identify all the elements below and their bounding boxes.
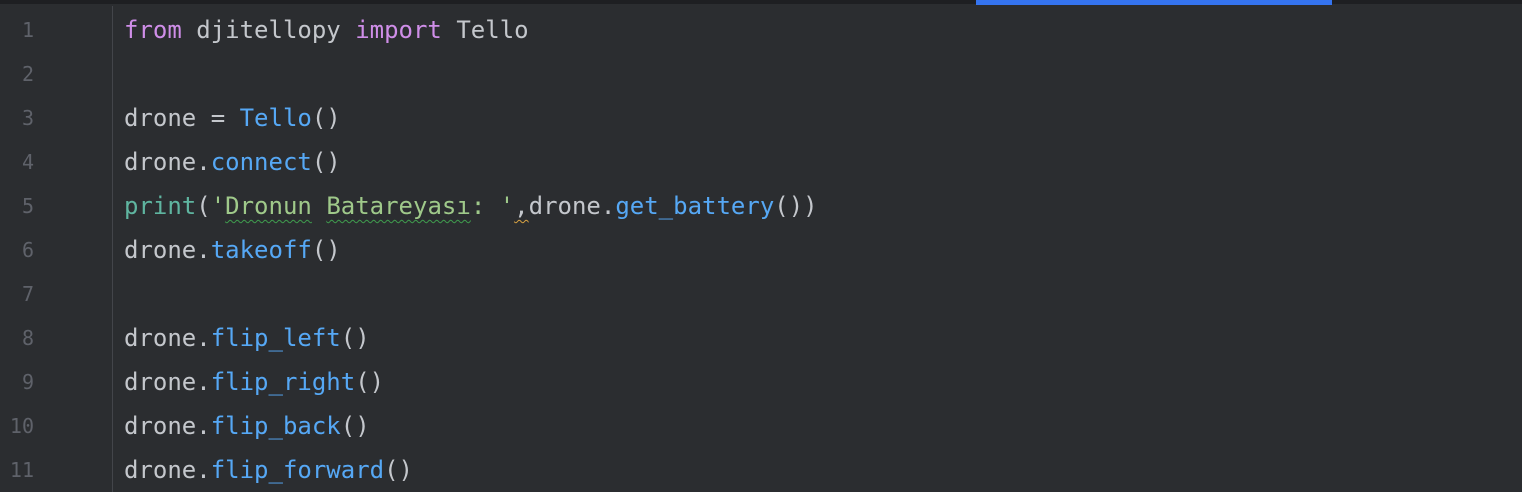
line-number: 11 bbox=[9, 458, 34, 482]
object-ref: drone. bbox=[528, 192, 616, 220]
method-call: get_battery bbox=[615, 192, 775, 220]
method-call: connect bbox=[210, 148, 312, 176]
parens: () bbox=[340, 324, 370, 352]
line-number: 3 bbox=[21, 106, 34, 130]
code-line-4[interactable]: drone.connect() bbox=[124, 140, 341, 184]
object-ref: drone. bbox=[124, 412, 211, 440]
builtin-print: print bbox=[124, 192, 197, 220]
method-call: flip_right bbox=[210, 368, 356, 396]
line-number: 4 bbox=[21, 150, 34, 174]
parens: () bbox=[340, 412, 370, 440]
method-call: flip_back bbox=[210, 412, 341, 440]
keyword-import: import bbox=[355, 16, 442, 44]
parens: () bbox=[355, 368, 385, 396]
line-number: 9 bbox=[21, 370, 34, 394]
typo-word[interactable]: Dronun bbox=[225, 192, 312, 220]
code-line-5[interactable]: print('Dronun Batareyası: ',drone.get_ba… bbox=[124, 184, 818, 228]
constructor-call: Tello bbox=[239, 104, 312, 132]
object-ref: drone. bbox=[124, 236, 211, 264]
string-tail: : ' bbox=[470, 192, 515, 220]
gutter-divider bbox=[112, 6, 113, 492]
object-ref: drone. bbox=[124, 368, 211, 396]
line-number: 2 bbox=[21, 62, 34, 86]
line-number: 5 bbox=[21, 194, 34, 218]
string-space bbox=[312, 192, 326, 220]
parens: () bbox=[384, 456, 413, 484]
line-number: 6 bbox=[21, 238, 34, 262]
code-editor[interactable]: 1 2 3 4 5 6 7 8 9 10 11 from djitellopy … bbox=[0, 0, 1522, 492]
code-line-3[interactable]: drone = Tello() bbox=[124, 96, 341, 140]
code-line-9[interactable]: drone.flip_right() bbox=[124, 360, 384, 404]
code-line-6[interactable]: drone.takeoff() bbox=[124, 228, 341, 272]
method-call: takeoff bbox=[210, 236, 312, 264]
line-number: 7 bbox=[21, 282, 34, 306]
object-ref: drone. bbox=[124, 456, 211, 484]
object-ref: drone. bbox=[124, 324, 211, 352]
code-area[interactable]: from djitellopy import Tello drone = Tel… bbox=[124, 6, 1522, 492]
line-number: 10 bbox=[9, 414, 34, 438]
object-ref: drone. bbox=[124, 148, 211, 176]
parens: () bbox=[311, 236, 341, 264]
keyword-from: from bbox=[124, 16, 182, 44]
module-name: djitellopy bbox=[181, 16, 356, 44]
code-line-11[interactable]: drone.flip_forward() bbox=[124, 448, 413, 492]
line-number: 1 bbox=[21, 18, 34, 42]
line-number-gutter: 1 2 3 4 5 6 7 8 9 10 11 bbox=[0, 6, 112, 492]
code-line-1[interactable]: from djitellopy import Tello bbox=[124, 8, 529, 52]
pep8-warning-comma[interactable]: , bbox=[514, 192, 528, 220]
imported-class: Tello bbox=[441, 16, 529, 44]
line-number: 8 bbox=[21, 326, 34, 350]
method-call: flip_forward bbox=[210, 456, 385, 484]
open-paren: ( bbox=[196, 192, 211, 220]
parens: () bbox=[311, 104, 341, 132]
parens: () bbox=[311, 148, 341, 176]
string-quote: ' bbox=[210, 192, 226, 220]
horizontal-scroll-thumb[interactable] bbox=[976, 0, 1332, 5]
code-line-10[interactable]: drone.flip_back() bbox=[124, 404, 370, 448]
code-line-8[interactable]: drone.flip_left() bbox=[124, 316, 370, 360]
assignment: drone = bbox=[124, 104, 240, 132]
typo-word[interactable]: Batareyası bbox=[326, 192, 471, 220]
method-call: flip_left bbox=[210, 324, 341, 352]
close-parens: ()) bbox=[774, 192, 818, 220]
